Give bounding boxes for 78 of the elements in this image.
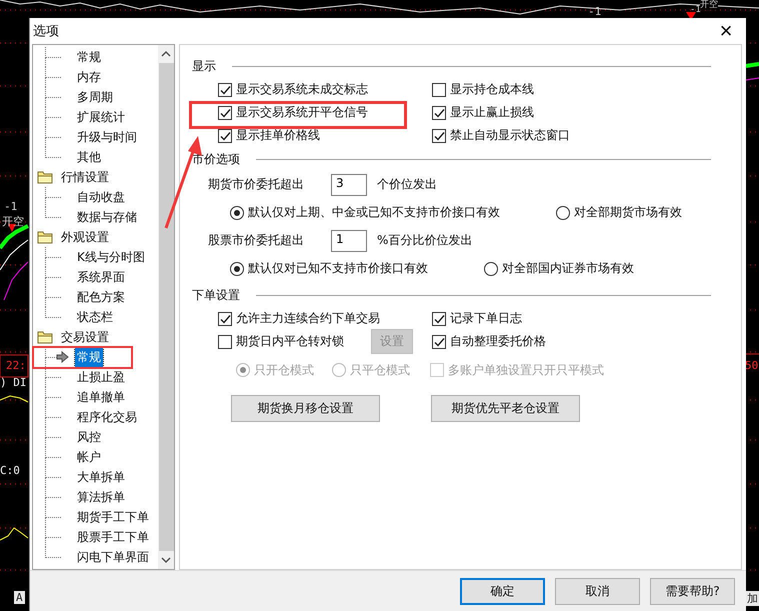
folder-icon xyxy=(37,329,54,345)
tree-item[interactable]: K线与分时图 xyxy=(75,248,147,266)
tree-item[interactable]: 行情设置 xyxy=(59,168,111,186)
chart-label: 加 xyxy=(745,591,759,606)
chart-label: 22: xyxy=(6,359,26,372)
checkmark-icon xyxy=(433,312,445,324)
checkbox[interactable]: 允许主力连续合约下单交易 xyxy=(218,310,380,327)
tree-item[interactable]: 止损止盈 xyxy=(75,368,127,386)
input-field[interactable]: 1 xyxy=(331,230,367,252)
folder-icon xyxy=(37,229,54,245)
dialog-button[interactable]: 取消 xyxy=(555,578,640,605)
checkbox[interactable]: 自动整理委托价格 xyxy=(432,333,546,350)
tree-item[interactable]: 系统界面 xyxy=(75,268,127,286)
section-title: 下单设置 xyxy=(192,286,240,304)
checkbox[interactable]: 显示交易系统未成交标志 xyxy=(218,81,368,98)
tree-item[interactable]: 自动收盘 xyxy=(75,188,127,206)
chart-label: C:0 xyxy=(0,464,20,477)
tree-item[interactable]: 帐户 xyxy=(75,448,103,466)
tree-item[interactable]: 股票手工下单 xyxy=(75,528,151,546)
checkbox[interactable]: 显示持仓成本线 xyxy=(432,81,534,98)
tree-item[interactable]: 配色方案 xyxy=(75,288,127,306)
chart-label: -1 xyxy=(588,5,602,18)
dialog-button[interactable]: 确定 xyxy=(460,578,545,605)
dialog-button[interactable]: 需要帮助? xyxy=(650,578,735,605)
tree-item[interactable]: 闪电下单界面 xyxy=(75,548,151,566)
checkmark-icon xyxy=(219,106,231,118)
checkmark-icon xyxy=(433,130,445,142)
tree-item[interactable]: 扩展统计 xyxy=(75,108,127,126)
checkmark-icon xyxy=(219,312,231,324)
tree-item[interactable]: 算法拆单 xyxy=(75,488,127,506)
arrow-icon xyxy=(56,351,69,363)
scroll-up-icon xyxy=(160,49,172,59)
checkmark-icon xyxy=(219,84,231,96)
tree-item[interactable]: 外观设置 xyxy=(59,228,111,246)
tree-item[interactable]: 追单撤单 xyxy=(75,388,127,406)
field-label: %百分比价位发出 xyxy=(377,232,472,249)
folder-icon xyxy=(37,169,54,185)
tree-item[interactable]: 多周期 xyxy=(75,88,115,106)
radio-button[interactable]: 默认仅对上期、中金或已知不支持市价接口有效 xyxy=(230,204,500,221)
tree-item[interactable]: 期货手工下单 xyxy=(75,508,151,526)
tree-item[interactable]: 常规 xyxy=(75,348,103,366)
checkbox[interactable]: 禁止自动显示状态窗口 xyxy=(432,127,570,144)
checkmark-icon xyxy=(219,130,231,142)
tree-item[interactable]: 风控 xyxy=(75,428,103,446)
checkbox[interactable]: 显示交易系统开平仓信号 xyxy=(218,104,368,121)
tree-item[interactable]: 升级与时间 xyxy=(75,128,139,146)
field-label: 期货市价委托超出 xyxy=(208,176,305,193)
chart-label: A xyxy=(14,591,25,604)
chart-label: 开空 xyxy=(2,214,24,229)
radio-button[interactable]: 对全部国内证券市场有效 xyxy=(484,260,634,277)
checkbox[interactable]: 期货日内平仓转对锁 xyxy=(218,333,344,350)
checkbox[interactable]: 记录下单日志 xyxy=(432,310,522,327)
chart-label: ) DI xyxy=(0,376,26,389)
field-label: 个价位发出 xyxy=(377,176,437,193)
field-label: 股票市价委托超出 xyxy=(208,232,305,249)
input-field[interactable]: 3 xyxy=(331,174,367,196)
tree-item[interactable]: 数据与存储 xyxy=(75,208,139,226)
checkmark-icon xyxy=(433,106,445,118)
tree-item[interactable]: 其他 xyxy=(75,148,103,166)
checkbox[interactable]: 显示挂单价格线 xyxy=(218,127,320,144)
chart-label: -1 xyxy=(4,200,18,213)
checkbox[interactable]: 显示止赢止损线 xyxy=(432,104,534,121)
settings-button[interactable]: 期货换月移仓设置 xyxy=(231,395,380,422)
checkmark-icon xyxy=(433,336,445,348)
tree-item[interactable]: 状态栏 xyxy=(75,308,115,326)
tree-item[interactable]: 常规 xyxy=(75,48,103,66)
window-title: 选项 xyxy=(33,23,59,40)
tree-item[interactable]: 程序化交易 xyxy=(75,408,139,426)
scroll-down-icon xyxy=(160,555,172,565)
radio-button[interactable]: 默认仅对已知不支持市价接口有效 xyxy=(230,260,428,277)
radio-button[interactable]: 对全部期货市场有效 xyxy=(556,204,682,221)
chart-label: 50 xyxy=(745,359,758,372)
settings-button[interactable]: 期货优先平老仓设置 xyxy=(431,395,580,422)
tree-item[interactable]: 大单拆单 xyxy=(75,468,127,486)
tree-item[interactable]: 内存 xyxy=(75,68,103,86)
section-title: 显示 xyxy=(192,58,216,74)
tree-item[interactable]: 交易设置 xyxy=(59,328,111,346)
chart-label: -1 xyxy=(690,5,701,15)
